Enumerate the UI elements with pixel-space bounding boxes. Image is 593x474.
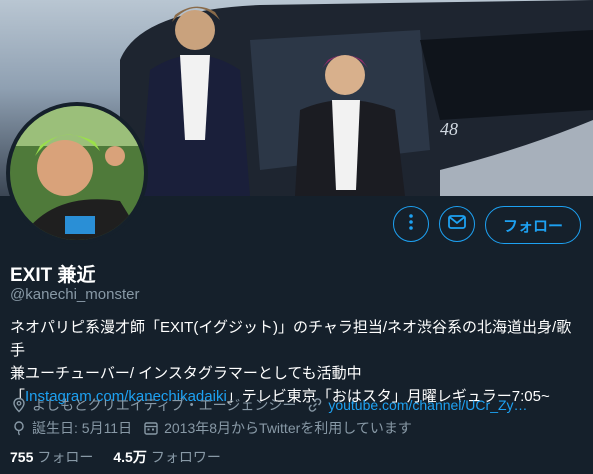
following-count: 755 bbox=[10, 449, 34, 465]
message-icon bbox=[447, 212, 467, 237]
followers-stat[interactable]: 4.5万 フォロワー bbox=[113, 447, 220, 467]
calendar-icon bbox=[142, 419, 160, 437]
message-button[interactable] bbox=[438, 206, 475, 242]
profile-meta-row: よしもとクリエイティブ・エージェンシー youtube.com/channel/… bbox=[10, 395, 528, 415]
followers-count: 4.5万 bbox=[113, 449, 147, 465]
birthday-text: 誕生日: 5月11日 bbox=[32, 420, 133, 436]
profile-stats: 755 フォロー 4.5万 フォロワー bbox=[10, 447, 221, 467]
avatar[interactable] bbox=[6, 102, 148, 244]
link-icon bbox=[306, 396, 324, 414]
following-label: フォロー bbox=[37, 449, 94, 465]
avatar-photo bbox=[10, 106, 144, 240]
more-icon bbox=[402, 213, 420, 236]
location-text: よしもとクリエイティブ・エージェンシー bbox=[32, 397, 297, 413]
following-stat[interactable]: 755 フォロー bbox=[10, 447, 93, 467]
location-icon bbox=[10, 396, 28, 414]
user-handle: @kanechi_monster bbox=[10, 286, 140, 303]
bio-line: 兼ユーチューバー/ インスタグラマーとしても活動中 bbox=[10, 365, 362, 382]
followers-label: フォロワー bbox=[150, 449, 221, 465]
birthday-icon bbox=[10, 419, 28, 437]
display-name: EXIT 兼近 bbox=[10, 265, 96, 286]
bio-line: ネオパリピ系漫才師「EXIT(イグジット)」のチャラ担当/ネオ渋谷系の北海道出身… bbox=[10, 319, 572, 359]
website-link[interactable]: youtube.com/channel/UCr_Zy… bbox=[328, 397, 527, 413]
follow-button[interactable]: フォロー bbox=[484, 206, 581, 244]
joined-text: 2013年8月からTwitterを利用しています bbox=[164, 420, 412, 436]
svg-text:48: 48 bbox=[440, 119, 458, 139]
more-button[interactable] bbox=[392, 206, 429, 242]
profile-meta-row: 誕生日: 5月11日 2013年8月からTwitterを利用しています bbox=[10, 418, 412, 438]
